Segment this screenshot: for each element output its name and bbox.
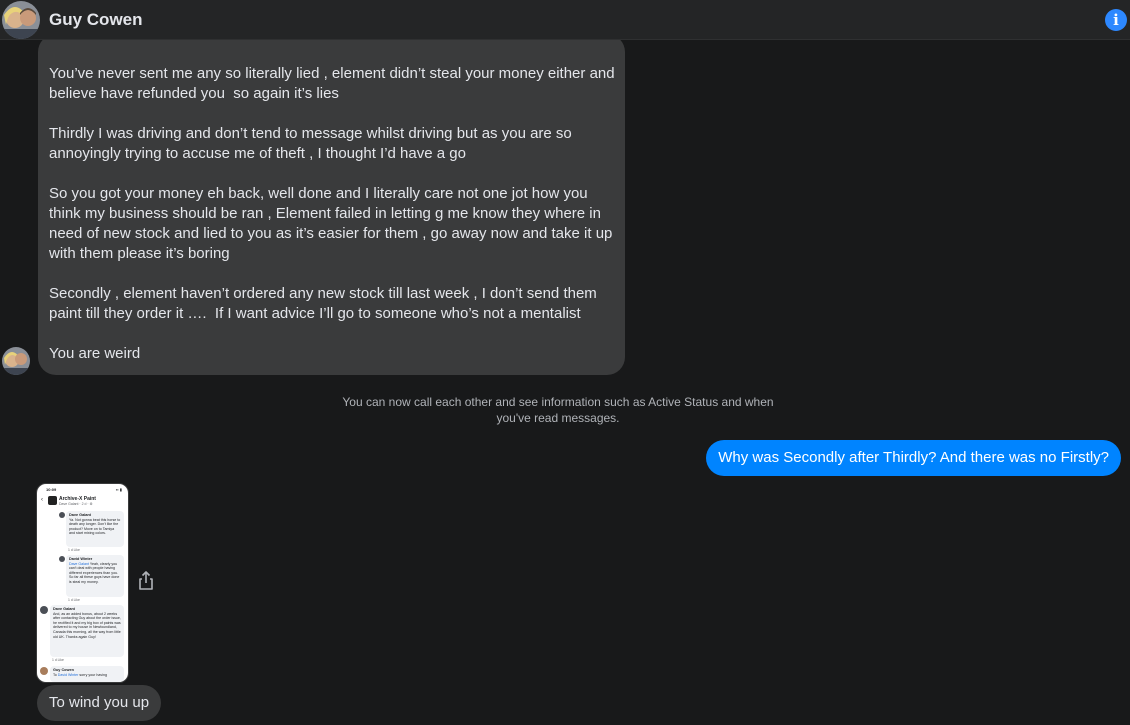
message-paragraph: You’ve never sent me any so literally li…: [49, 65, 619, 102]
outgoing-message[interactable]: Why was Secondly after Thirdly? And ther…: [706, 440, 1121, 476]
message-paragraph: So you got your money eh back, well done…: [49, 185, 617, 262]
mini-comment-author: Dave Galant: [53, 607, 75, 611]
mini-comment: Guy Cowen To David Winter sorry your hav…: [50, 666, 124, 682]
mini-comment-author: David Winter: [69, 557, 93, 561]
mini-comment: Dave Galant And, as an added bonus, abou…: [50, 605, 124, 657]
mini-status-time: 10:09: [46, 487, 57, 492]
conversation-header: Guy Cowen i: [0, 0, 1130, 40]
mini-comment-meta: 1 d Like: [68, 548, 80, 552]
mini-avatar: [59, 512, 65, 518]
mini-comment-text: And, as an added bonus, about 2 weeks af…: [53, 611, 121, 639]
info-icon[interactable]: i: [1105, 9, 1127, 31]
mini-avatar: [40, 667, 48, 675]
mini-comment-mention: David Winter: [57, 672, 79, 677]
mini-comment-meta: 1 d Like: [52, 658, 64, 662]
mini-comment-mention: Dave Galant: [69, 561, 89, 566]
mini-comment-author: Guy Cowen: [53, 668, 74, 672]
mini-back-icon: ‹: [41, 497, 43, 503]
contact-avatar[interactable]: [2, 1, 40, 39]
mini-group-sub: Dave Galant · 2 d · ⚙: [59, 502, 93, 506]
sender-avatar[interactable]: [2, 347, 30, 375]
message-paragraph: Secondly , element haven’t ordered any n…: [49, 285, 601, 322]
mini-group-avatar: [48, 496, 57, 505]
incoming-message-short[interactable]: To wind you up: [37, 685, 162, 721]
mini-comment-text: Ya. Not gonna beat this horse to death a…: [69, 517, 121, 536]
mini-comment-text: sorry your having: [78, 672, 107, 677]
message-paragraph: Thirdly I was driving and don’t tend to …: [49, 125, 576, 162]
share-icon[interactable]: [137, 570, 155, 592]
mini-avatar: [59, 556, 65, 562]
contact-name[interactable]: Guy Cowen: [49, 10, 143, 30]
mini-comment: David Winter Dave Galant Yeah, clearly y…: [66, 555, 124, 597]
message-paragraph: You are weird: [49, 345, 141, 362]
mini-comment: Dave Galant Ya. Not gonna beat this hors…: [66, 511, 124, 547]
mini-comment-meta: 1 d Like: [68, 598, 80, 602]
message-thread: You’ve never sent me any so literally li…: [0, 40, 1130, 725]
mini-comment-author: Dave Galant: [69, 513, 91, 517]
incoming-message-long[interactable]: You’ve never sent me any so literally li…: [38, 40, 625, 375]
mini-avatar: [40, 606, 48, 614]
image-attachment[interactable]: 10:09 ▪▪ ▮ ‹ Archive-X Paint Dave Galant…: [36, 483, 129, 683]
mini-status-icons: ▪▪ ▮: [115, 487, 122, 492]
system-notice: You can now call each other and see info…: [342, 395, 774, 425]
